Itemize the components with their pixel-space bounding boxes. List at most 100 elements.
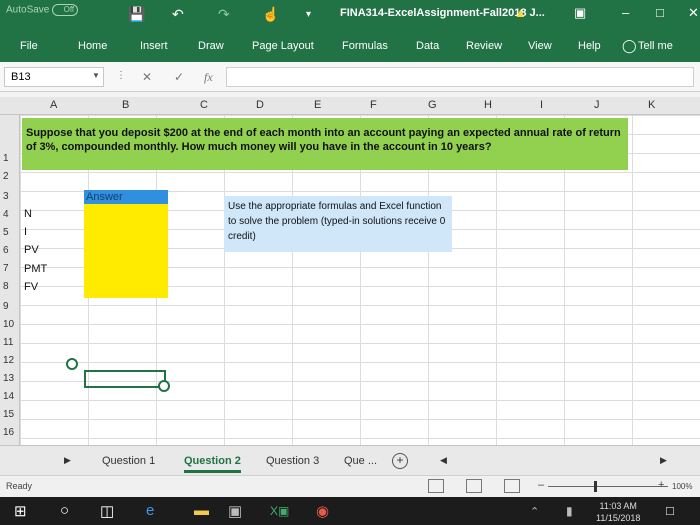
row-header-10[interactable]: 10	[3, 319, 14, 330]
label-pv[interactable]: PV	[24, 244, 39, 256]
label-n[interactable]: N	[24, 208, 32, 220]
column-headers: A B C D E F G H I J K	[0, 97, 700, 115]
row-header-16[interactable]: 16	[3, 427, 14, 438]
row-header-7[interactable]: 7	[3, 263, 9, 274]
tab-data[interactable]: Data	[416, 40, 439, 52]
insert-function-icon[interactable]: fx	[204, 70, 213, 85]
label-fv[interactable]: FV	[24, 281, 38, 293]
maximize-icon[interactable]: □	[656, 5, 664, 20]
title-bar: AutoSave Off 💾 ↶ ↷ ☝ ▾ FINA314-ExcelAssi…	[0, 0, 700, 30]
row-header-3[interactable]: 3	[3, 191, 9, 202]
column-header-c[interactable]: C	[200, 99, 208, 111]
horizontal-scroll-left-icon[interactable]: ◀	[440, 455, 447, 466]
sheet-tab-question-1[interactable]: Question 1	[102, 455, 155, 467]
undo-icon[interactable]: ↶	[172, 6, 184, 23]
file-explorer-icon[interactable]: ▬	[194, 502, 209, 519]
edge-browser-icon[interactable]: e	[146, 502, 154, 519]
tab-home[interactable]: Home	[78, 40, 107, 52]
column-header-d[interactable]: D	[256, 99, 264, 111]
row-header-2[interactable]: 2	[3, 171, 9, 182]
store-icon[interactable]: ▣	[228, 502, 242, 520]
row-header-4[interactable]: 4	[3, 209, 9, 220]
tab-review[interactable]: Review	[466, 40, 502, 52]
row-header-1[interactable]: 1	[3, 153, 9, 164]
column-header-a[interactable]: A	[50, 99, 57, 111]
column-header-e[interactable]: E	[314, 99, 321, 111]
column-header-b[interactable]: B	[122, 99, 129, 111]
sheet-tab-question-3[interactable]: Question 3	[266, 455, 319, 467]
close-icon[interactable]: ✕	[688, 5, 699, 21]
add-sheet-button[interactable]: +	[392, 453, 408, 469]
sheet-tab-question-2[interactable]: Question 2	[184, 455, 241, 473]
zoom-out-icon[interactable]: –	[538, 479, 544, 491]
horizontal-scroll-right-icon[interactable]: ▶	[660, 455, 667, 466]
formula-input[interactable]	[226, 67, 694, 87]
excel-app-icon[interactable]: X▣	[270, 504, 289, 518]
row-header-5[interactable]: 5	[3, 227, 9, 238]
chrome-browser-icon[interactable]: ◉	[316, 502, 329, 520]
normal-view-icon[interactable]	[428, 479, 444, 493]
column-header-j[interactable]: J	[594, 99, 600, 111]
row-header-14[interactable]: 14	[3, 391, 14, 402]
row-header-15[interactable]: 15	[3, 409, 14, 420]
zoom-slider[interactable]	[548, 486, 668, 487]
autosave-toggle[interactable]: AutoSave Off	[6, 4, 79, 16]
excel-window: AutoSave Off 💾 ↶ ↷ ☝ ▾ FINA314-ExcelAssi…	[0, 0, 700, 525]
answer-cells[interactable]	[84, 204, 168, 298]
tell-me-search[interactable]: Tell me	[638, 40, 673, 52]
name-box[interactable]: B13	[4, 67, 104, 87]
warning-icon[interactable]: ▲	[514, 5, 527, 20]
tab-page-layout[interactable]: Page Layout	[252, 40, 314, 52]
answer-header-cell[interactable]: Answer	[84, 190, 168, 204]
row-header-8[interactable]: 8	[3, 281, 9, 292]
sheet-tab-more[interactable]: Que ...	[344, 455, 377, 467]
zoom-slider-thumb[interactable]	[594, 481, 597, 492]
touch-mode-icon[interactable]: ☝	[262, 6, 279, 23]
page-layout-view-icon[interactable]	[466, 479, 482, 493]
row-header-11[interactable]: 11	[3, 337, 13, 348]
notifications-icon[interactable]: □	[666, 503, 674, 518]
label-pmt[interactable]: PMT	[24, 263, 47, 275]
column-header-i[interactable]: I	[540, 99, 543, 111]
windows-start-icon[interactable]: ⊞	[14, 502, 27, 520]
question-cell[interactable]: Suppose that you deposit $200 at the end…	[22, 118, 628, 170]
page-break-view-icon[interactable]	[504, 479, 520, 493]
task-view-icon[interactable]: ◫	[100, 502, 114, 520]
row-header-6[interactable]: 6	[3, 245, 9, 256]
tab-view[interactable]: View	[528, 40, 552, 52]
selection-handle-bottom-right[interactable]	[158, 380, 170, 392]
tab-draw[interactable]: Draw	[198, 40, 224, 52]
search-icon[interactable]: ○	[60, 502, 69, 519]
row-header-12[interactable]: 12	[3, 355, 14, 366]
tab-help[interactable]: Help	[578, 40, 601, 52]
row-header-13[interactable]: 13	[3, 373, 14, 384]
column-header-k[interactable]: K	[648, 99, 655, 111]
instructions-cell[interactable]: Use the appropriate formulas and Excel f…	[224, 196, 452, 252]
status-bar: Ready – + 100%	[0, 475, 700, 497]
scroll-sheets-icon[interactable]: ▶	[64, 455, 71, 466]
more-icon: ⋮	[116, 70, 126, 81]
column-header-f[interactable]: F	[370, 99, 377, 111]
minimize-icon[interactable]: –	[622, 5, 629, 20]
tab-insert[interactable]: Insert	[140, 40, 168, 52]
show-hidden-icons-icon[interactable]: ⌃	[530, 505, 539, 518]
column-header-g[interactable]: G	[428, 99, 437, 111]
selected-cell-b13[interactable]	[84, 370, 166, 388]
tab-formulas[interactable]: Formulas	[342, 40, 388, 52]
tab-file[interactable]: File	[20, 40, 38, 52]
redo-icon[interactable]: ↷	[218, 6, 230, 23]
column-header-h[interactable]: H	[484, 99, 492, 111]
cancel-icon[interactable]: ✕	[142, 70, 152, 84]
zoom-in-icon[interactable]: +	[658, 479, 664, 491]
enter-icon[interactable]: ✓	[174, 70, 184, 84]
name-box-dropdown-icon[interactable]: ▼	[92, 71, 100, 80]
taskbar-clock[interactable]: 11:03 AM 11/15/2018	[596, 500, 640, 524]
zoom-level[interactable]: 100%	[672, 482, 692, 491]
row-header-9[interactable]: 9	[3, 301, 9, 312]
save-icon[interactable]: 💾	[128, 6, 145, 23]
customize-toolbar-icon[interactable]: ▾	[306, 9, 311, 20]
selection-handle-top-left[interactable]	[66, 358, 78, 370]
ribbon-display-icon[interactable]: ▣	[574, 5, 586, 21]
clock-time: 11:03 AM	[599, 501, 637, 511]
label-i[interactable]: I	[24, 226, 27, 238]
